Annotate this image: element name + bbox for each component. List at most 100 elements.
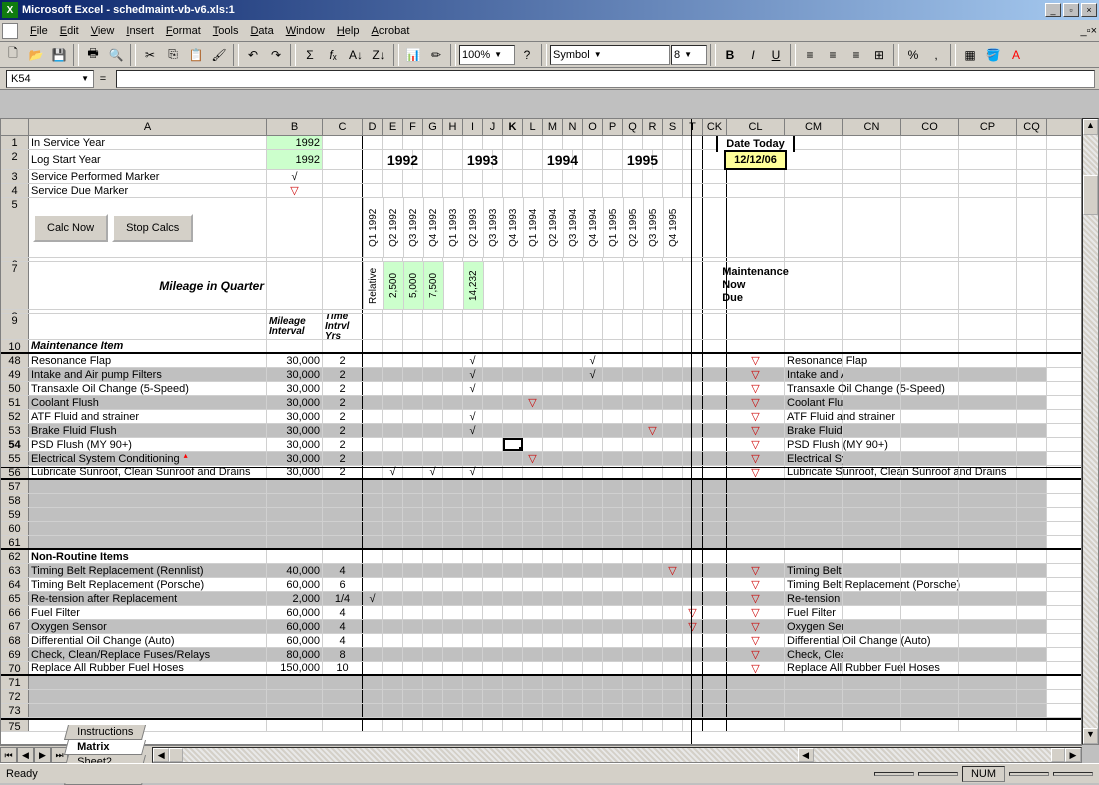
cell[interactable] (403, 310, 423, 313)
cell[interactable]: 2,000 (267, 592, 323, 605)
cell[interactable] (423, 340, 443, 352)
cell[interactable] (483, 438, 503, 451)
cell[interactable] (383, 184, 403, 197)
cell[interactable] (543, 262, 563, 309)
cell[interactable] (843, 368, 901, 381)
cell[interactable] (901, 720, 959, 731)
cell[interactable] (1017, 368, 1047, 381)
cell[interactable] (443, 634, 463, 647)
cell[interactable]: ▽ (727, 620, 785, 633)
cell[interactable] (603, 564, 623, 577)
cell[interactable] (423, 382, 443, 395)
cell[interactable]: Q1 1994 (523, 198, 543, 257)
row-header-59[interactable]: 59 (1, 508, 29, 521)
cell[interactable] (383, 508, 403, 521)
cell[interactable] (523, 258, 543, 261)
cell[interactable] (727, 536, 785, 548)
cell[interactable] (843, 314, 901, 339)
cell[interactable] (901, 170, 959, 183)
menu-help[interactable]: Help (331, 23, 366, 39)
cell[interactable] (443, 382, 463, 395)
cell[interactable] (703, 606, 727, 619)
cell[interactable] (683, 720, 703, 731)
cell[interactable] (463, 452, 483, 465)
cell[interactable] (727, 198, 785, 257)
cell[interactable]: Differential Oil Change (Auto) (785, 634, 843, 647)
cell[interactable] (843, 382, 901, 395)
cell[interactable] (959, 170, 1017, 183)
cell[interactable] (29, 480, 267, 493)
cell[interactable] (843, 578, 901, 591)
cell[interactable] (785, 536, 843, 548)
cell[interactable] (423, 536, 443, 548)
cell[interactable]: Brake Fluid Flush (29, 424, 267, 437)
cell[interactable] (423, 184, 443, 197)
cell[interactable] (543, 648, 563, 661)
cell[interactable]: ▽ (727, 564, 785, 577)
cell[interactable] (543, 136, 563, 149)
cell[interactable]: Maintenance Item (29, 340, 267, 352)
cell[interactable] (583, 310, 603, 313)
cell[interactable] (423, 620, 443, 633)
cell[interactable]: ▽ (523, 452, 543, 465)
cell[interactable] (383, 396, 403, 409)
cell[interactable] (663, 592, 683, 605)
cell[interactable] (543, 536, 563, 548)
cell[interactable] (423, 424, 443, 437)
cell[interactable] (443, 136, 463, 149)
cell[interactable] (643, 720, 663, 731)
cell[interactable] (383, 592, 403, 605)
scroll-down-button[interactable]: ▼ (1083, 728, 1098, 744)
cell[interactable] (443, 354, 463, 367)
align-right-button[interactable]: ≡ (845, 44, 867, 66)
cell[interactable] (563, 536, 583, 548)
cell[interactable]: √ (583, 354, 603, 367)
cell[interactable] (363, 522, 383, 535)
cell[interactable]: Mileage in Quarter (29, 262, 267, 309)
cell[interactable]: Timing Belt Replacement (Porsche) (29, 578, 267, 591)
cell[interactable] (403, 368, 423, 381)
cell[interactable] (603, 262, 623, 309)
cell[interactable] (503, 536, 523, 548)
row-header-62[interactable]: 62 (1, 550, 29, 563)
cell[interactable] (403, 480, 423, 493)
cell[interactable] (543, 314, 563, 339)
cell[interactable] (583, 184, 603, 197)
cell[interactable]: Transaxle Oil Change (5-Speed) (785, 382, 843, 395)
cell[interactable] (483, 494, 503, 507)
cell[interactable] (543, 170, 563, 183)
cell[interactable] (603, 368, 623, 381)
cell[interactable] (959, 704, 1017, 717)
cell[interactable] (523, 690, 543, 703)
cell[interactable] (543, 382, 563, 395)
cell[interactable] (543, 578, 563, 591)
cell[interactable] (623, 314, 643, 339)
cell[interactable] (623, 550, 643, 563)
cell[interactable] (663, 184, 683, 197)
cell[interactable] (901, 480, 959, 493)
cell[interactable] (463, 662, 483, 674)
cell[interactable] (423, 634, 443, 647)
cell[interactable] (483, 676, 503, 689)
cell[interactable] (843, 508, 901, 521)
cell[interactable] (563, 170, 583, 183)
cell[interactable] (483, 662, 503, 674)
cell[interactable] (483, 578, 503, 591)
cell[interactable] (267, 676, 323, 689)
cell[interactable] (623, 424, 643, 437)
cell[interactable] (683, 648, 703, 661)
cell[interactable] (901, 522, 959, 535)
open-button[interactable]: 📂 (25, 44, 47, 66)
cell[interactable] (843, 634, 901, 647)
cell[interactable] (523, 382, 543, 395)
cell[interactable] (901, 382, 959, 395)
fontsize-combo[interactable]: 8▼ (671, 45, 707, 65)
cell[interactable] (363, 676, 383, 689)
cell[interactable] (363, 536, 383, 548)
cell[interactable] (403, 676, 423, 689)
cell[interactable] (901, 262, 959, 309)
cell[interactable] (483, 136, 503, 149)
cell[interactable] (1017, 184, 1047, 197)
row-header-57[interactable]: 57 (1, 480, 29, 493)
cell[interactable]: 2 (323, 396, 363, 409)
